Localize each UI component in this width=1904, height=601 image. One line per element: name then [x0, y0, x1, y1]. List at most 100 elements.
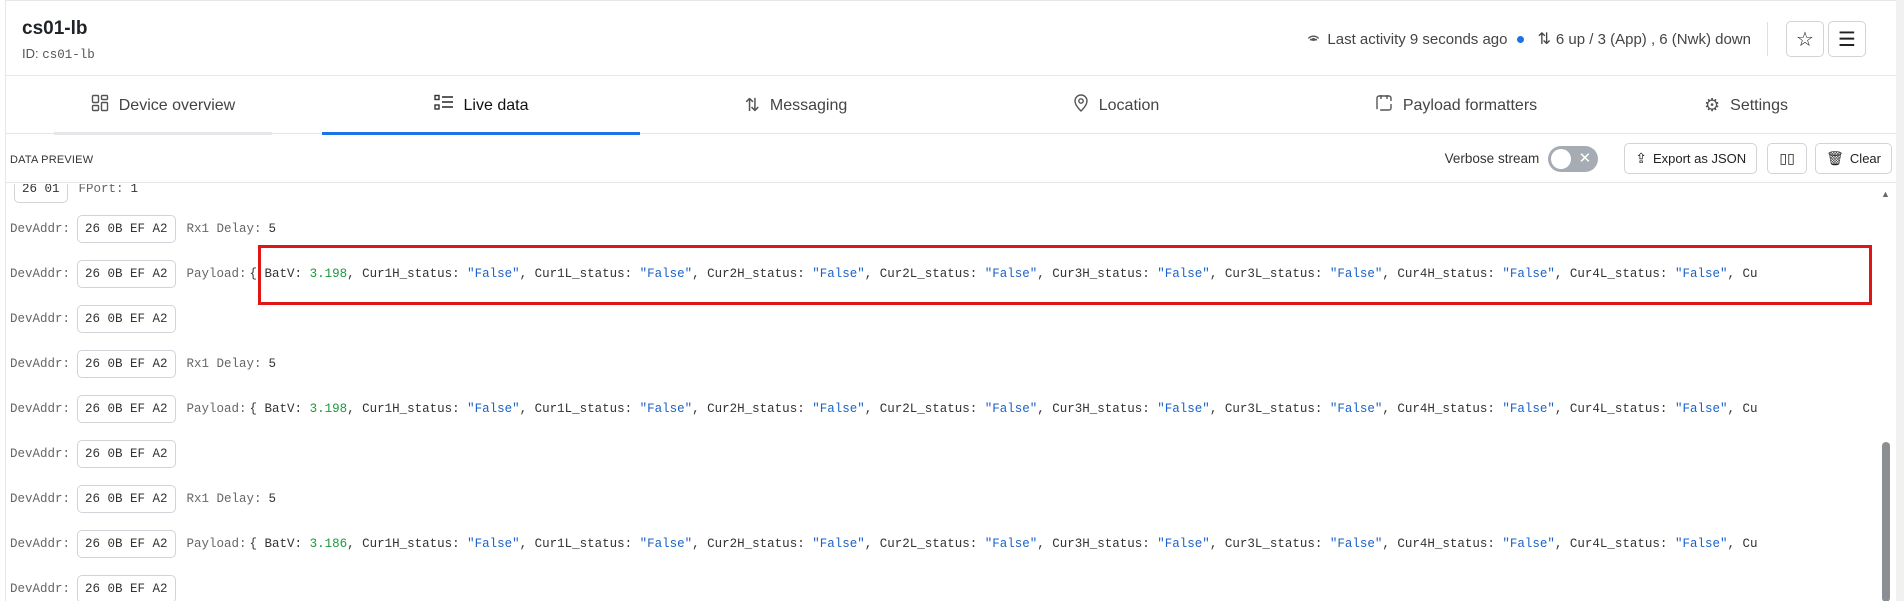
devaddr-chip: 26 0B EF A2 — [77, 350, 176, 378]
arrows-updown-icon: ⇅ — [1537, 31, 1551, 48]
rx1-key: Rx1 Delay: — [186, 222, 262, 236]
favorite-button[interactable]: ☆ — [1786, 21, 1824, 57]
export-icon: ⇪ — [1635, 150, 1647, 166]
header-divider — [1767, 22, 1768, 56]
tab-messaging[interactable]: ⇅ Messaging — [666, 77, 926, 134]
rx1-value: 5 — [268, 492, 277, 506]
signal-icon — [1306, 30, 1321, 49]
list-item[interactable]: DevAddr: 26 0B EF A2 Rx1 Delay: 5 — [10, 484, 276, 514]
list-item: 26 01 FPort: 1 — [10, 184, 138, 204]
rx1-key: Rx1 Delay: — [186, 492, 262, 506]
devaddr-key: DevAddr: — [10, 582, 71, 596]
devaddr-key: DevAddr: — [10, 267, 71, 281]
rx1-value: 5 — [268, 222, 277, 236]
list-item[interactable]: DevAddr: 26 0B EF A2 Rx1 Delay: 5 — [10, 214, 276, 244]
live-data-stream: 26 01 FPort: 1 DevAddr: 26 0B EF A2 Rx1 … — [6, 184, 1884, 601]
list-icon — [433, 94, 454, 117]
uplink-downlink-text: 6 up / 3 (App) , 6 (Nwk) down — [1555, 30, 1751, 48]
devaddr-key: DevAddr: — [10, 357, 71, 371]
uplink-downlink-count: ⇅ 6 up / 3 (App) , 6 (Nwk) down — [1538, 29, 1752, 49]
data-preview-toolbar: DATA PREVIEW Verbose stream ✕ ⇪ Export a… — [6, 135, 1896, 183]
payload-value: { BatV: 3.186, Cur1H_status: "False", Cu… — [249, 537, 1758, 551]
stream-scrollbar[interactable]: ▲ — [1880, 184, 1892, 601]
list-item[interactable]: DevAddr: 26 0B EF A2 — [10, 439, 176, 469]
rx1-value: 5 — [268, 357, 277, 371]
payload-key: Payload: — [186, 537, 247, 551]
device-id: ID: cs01-lb — [22, 46, 95, 62]
tab-location[interactable]: Location — [1006, 77, 1226, 134]
payload-key: Payload: — [186, 402, 247, 416]
payload-key: Payload: — [186, 267, 247, 281]
fport-chip: 26 01 — [14, 184, 68, 203]
tab-label: Location — [1098, 96, 1160, 114]
device-id-label: ID: — [22, 46, 39, 61]
menu-button[interactable]: ☰ — [1828, 21, 1866, 57]
export-json-label: Export as JSON — [1652, 151, 1747, 166]
payload-value: { BatV: 3.198, Cur1H_status: "False", Cu… — [249, 402, 1758, 416]
device-id-value: cs01-lb — [42, 48, 95, 62]
toolbar-actions: Verbose stream ✕ ⇪ Export as JSON ▯▯ 🗑 C… — [1445, 143, 1892, 174]
devaddr-chip: 26 0B EF A2 — [77, 485, 176, 513]
devaddr-chip: 26 0B EF A2 — [77, 575, 176, 601]
device-page: cs01-lb ID: cs01-lb Last activity 9 seco… — [5, 0, 1896, 601]
device-title: cs01-lb — [22, 18, 88, 39]
scroll-up-icon[interactable]: ▲ — [1881, 189, 1890, 199]
payload-value: { BatV: 3.198, Cur1H_status: "False", Cu… — [249, 267, 1758, 281]
fport-key: FPort: — [78, 184, 124, 196]
rx1-key: Rx1 Delay: — [186, 357, 262, 371]
list-item[interactable]: DevAddr: 26 0B EF A2 Rx1 Delay: 5 — [10, 349, 276, 379]
tab-device-overview[interactable]: Device overview — [54, 77, 272, 135]
hamburger-icon: ☰ — [1838, 28, 1856, 51]
tab-label: Device overview — [118, 96, 236, 114]
tab-label: Live data — [463, 96, 529, 114]
devaddr-key: DevAddr: — [10, 492, 71, 506]
list-item[interactable]: DevAddr: 26 0B EF A2 — [10, 304, 176, 334]
export-json-button[interactable]: ⇪ Export as JSON — [1624, 143, 1758, 174]
fport-value: 1 — [130, 184, 139, 196]
list-item[interactable]: DevAddr: 26 0B EF A2 Payload: { BatV: 3.… — [10, 259, 1757, 289]
devaddr-key: DevAddr: — [10, 447, 71, 461]
devaddr-chip: 26 0B EF A2 — [77, 305, 176, 333]
formatter-icon — [1375, 94, 1393, 117]
devaddr-chip: 26 0B EF A2 — [77, 530, 176, 558]
star-icon: ☆ — [1796, 28, 1814, 51]
devaddr-key: DevAddr: — [10, 222, 71, 236]
last-activity: Last activity 9 seconds ago — [1306, 30, 1537, 49]
gear-icon: ⚙ — [1704, 95, 1721, 115]
trash-icon: 🗑 — [1826, 150, 1844, 166]
tab-payload-formatters[interactable]: Payload formatters — [1306, 77, 1606, 134]
devaddr-key: DevAddr: — [10, 312, 71, 326]
tab-live-data[interactable]: Live data — [322, 77, 640, 135]
tab-settings[interactable]: ⚙ Settings — [1666, 77, 1826, 134]
devaddr-chip: 26 0B EF A2 — [77, 260, 176, 288]
device-tabs: Device overview Live data ⇅ Messaging Lo… — [6, 77, 1896, 135]
toggle-knob — [1551, 148, 1572, 169]
devaddr-chip: 26 0B EF A2 — [77, 215, 176, 243]
device-header: cs01-lb ID: cs01-lb Last activity 9 seco… — [6, 1, 1896, 76]
tab-label: Settings — [1730, 96, 1788, 114]
arrows-updown-icon: ⇅ — [744, 95, 760, 115]
header-status: Last activity 9 seconds ago ⇅ 6 up / 3 (… — [1306, 21, 1866, 57]
last-activity-text: Last activity 9 seconds ago — [1327, 30, 1508, 48]
activity-dot — [1516, 35, 1524, 43]
close-icon: ✕ — [1578, 149, 1592, 167]
list-item[interactable]: DevAddr: 26 0B EF A2 Payload: { BatV: 3.… — [10, 529, 1757, 559]
pause-icon: ▯▯ — [1779, 150, 1795, 166]
data-preview-title: DATA PREVIEW — [10, 154, 94, 166]
devaddr-chip: 26 0B EF A2 — [77, 440, 176, 468]
clear-button[interactable]: 🗑 Clear — [1815, 143, 1892, 174]
scroll-thumb[interactable] — [1882, 442, 1890, 601]
verbose-stream-toggle[interactable]: ✕ — [1548, 145, 1599, 172]
devaddr-key: DevAddr: — [10, 402, 71, 416]
grid-icon — [91, 94, 109, 117]
window-edge — [1896, 0, 1904, 601]
clear-label: Clear — [1849, 151, 1881, 166]
tab-label: Payload formatters — [1402, 96, 1538, 114]
tab-label: Messaging — [769, 96, 848, 114]
devaddr-chip: 26 0B EF A2 — [77, 395, 176, 423]
list-item[interactable]: DevAddr: 26 0B EF A2 Payload: { BatV: 3.… — [10, 394, 1757, 424]
list-item[interactable]: DevAddr: 26 0B EF A2 — [10, 574, 176, 601]
pause-button[interactable]: ▯▯ — [1767, 143, 1808, 174]
devaddr-key: DevAddr: — [10, 537, 71, 551]
verbose-stream-label: Verbose stream — [1444, 151, 1540, 166]
